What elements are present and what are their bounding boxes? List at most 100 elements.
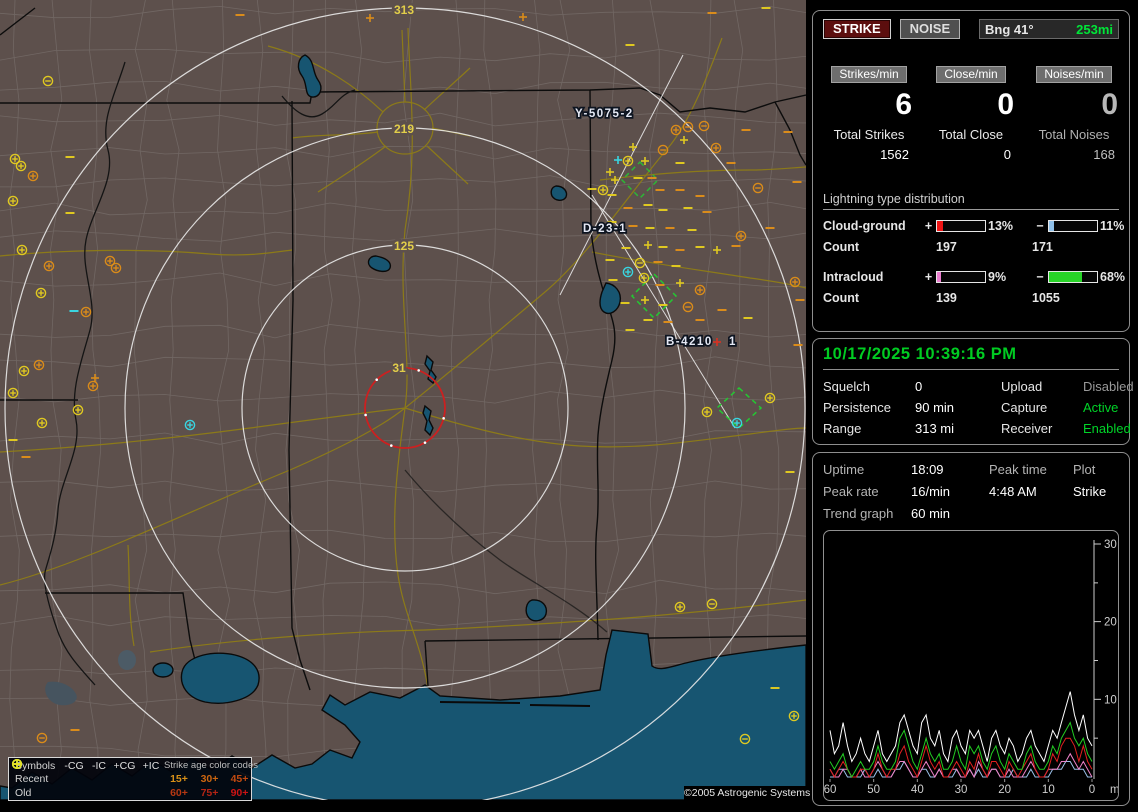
plus-sign: + [924,219,933,233]
datetime-display: 10/17/2025 10:39:16 PM [823,345,1119,370]
receiver-status: Enabled [1083,421,1131,436]
ring-label-31: 31 [392,361,406,375]
svg-text:10: 10 [1104,694,1117,706]
minus-sign: − [1036,219,1044,233]
noise-button[interactable]: NOISE [899,19,961,39]
legend-old-label: Old [15,786,32,799]
ic-pos-pct: 9% [988,270,1007,284]
age-45-label: 45+ [230,773,249,786]
squelch-value: 0 [915,379,923,394]
svg-text:50: 50 [867,784,880,796]
strikes-per-min-column: Strikes/min 6 Total Strikes 1562 [823,66,915,162]
plot-label: Plot [1073,462,1096,477]
bearing-label: Bng 41° [985,21,1034,37]
svg-text:20: 20 [998,784,1011,796]
noises-per-min-value: 0 [1101,88,1118,121]
noises-per-min-column: Noises/min 0 Total Noises 168 [1027,66,1121,162]
lightning-map[interactable]: 313 219 125 31 Y-5075-2 D-23-1 B-4210 1 Sym… [0,0,811,801]
cg-neg-count: 171 [1032,240,1053,254]
status-panel: 10/17/2025 10:39:16 PM Squelch 0 Upload … [812,338,1134,445]
uptime-label: Uptime [823,462,865,477]
plus-sign: + [924,270,933,284]
age-15-label: 15+ [170,773,188,786]
storm-cell-label: 1 [729,336,737,348]
intracloud-row: Intracloud + 9% − 68% [823,270,1125,284]
trend-graph-label: Trend graph [823,506,894,521]
trend-graph: 10 20 30 60 50 40 30 20 10 0 min [824,539,1118,796]
range-label: Range [823,421,862,436]
trend-series-total-strikes [829,691,1093,763]
cloud-ground-count-row: Count 197 171 [823,240,1119,254]
age-75-label: 75+ [200,786,219,799]
ic-neg-count: 1055 [1032,291,1060,305]
distribution-title: Lightning type distribution [823,192,1119,210]
cg-pos-pct: 13% [988,219,1014,233]
receiver-label: Receiver [1001,421,1053,436]
cg-neg-bar [1048,220,1098,232]
cg-count-label: Count [823,240,860,254]
age-90-label: 90+ [230,786,249,799]
close-per-min-chip: Close/min [936,66,1006,83]
strike-stats-panel: STRIKE NOISE Bng 41° 253mi Strikes/min 6… [812,10,1130,332]
svg-text:60: 60 [824,784,836,796]
peak-rate-value: 16/min [911,484,951,499]
trend-series-pos-cg [829,737,1093,779]
age-30-label: 30+ [200,773,219,786]
svg-text:40: 40 [911,784,924,796]
svg-text:30: 30 [955,784,968,796]
intracloud-label: Intracloud [823,270,884,284]
noises-per-min-chip: Noises/min [1036,66,1112,83]
legend-old-row: Old 60+ 75+ 90+ [11,758,248,800]
legend-col-ic-pos: +IC [142,759,160,772]
svg-text:20: 20 [1104,617,1117,629]
total-strikes-label: Total Strikes [833,127,905,142]
strike-button[interactable]: STRIKE [823,19,891,39]
cloud-ground-label: Cloud-ground [823,219,906,233]
squelch-label: Squelch [823,379,870,394]
upload-label: Upload [1001,379,1043,394]
svg-text:0: 0 [1089,784,1095,796]
ring-label-125: 125 [394,239,414,253]
range-value: 313 mi [915,421,955,436]
ic-neg-bar [1048,271,1098,283]
peak-rate-label: Peak rate [823,484,879,499]
total-close-value: 0 [1003,147,1011,162]
app-window: 313 219 125 31 Y-5075-2 D-23-1 B-4210 1 Sym… [0,0,1138,812]
upload-status: Disabled [1083,379,1134,394]
ring-label-313: 313 [394,3,414,17]
legend-col-cg-neg: -CG [64,759,84,772]
sidebar: STRIKE NOISE Bng 41° 253mi Strikes/min 6… [806,0,1138,812]
total-close-label: Total Close [938,127,1004,142]
legend-header-row: Symbols -CG -IC +CG +IC Strike age color… [15,759,258,773]
trend-graph-value: 60 min [911,506,951,521]
legend-age-header: Strike age color codes [164,760,258,772]
persistence-label: Persistence [823,400,891,415]
uptime-value: 18:09 [911,462,944,477]
ic-neg-pct: 68% [1100,270,1126,284]
strikes-per-min-value: 6 [895,88,912,121]
total-noises-value: 168 [1093,147,1115,162]
ic-pos-count: 139 [936,291,957,305]
cg-neg-pct: 11% [1100,219,1125,233]
svg-text:30: 30 [1104,539,1117,551]
storm-cell-label: D-23-1 [583,223,627,235]
map-canvas: 313 219 125 31 Y-5075-2 D-23-1 B-4210 1 [0,0,806,800]
ic-count-label: Count [823,291,860,305]
svg-text:10: 10 [1042,784,1055,796]
plot-value: Strike [1073,484,1107,499]
storm-cell-label: B-4210 [666,336,713,348]
total-noises-label: Total Noises [1038,127,1110,142]
close-per-min-value: 0 [997,88,1014,121]
peak-time-label: Peak time [989,462,1047,477]
legend-col-cg-pos: +CG [113,759,136,772]
intracloud-count-row: Count 139 1055 [823,291,1119,305]
age-60-label: 60+ [170,786,188,799]
trend-graph-frame: 10 20 30 60 50 40 30 20 10 0 min [823,530,1119,801]
session-panel: Uptime 18:09 Peak time Plot Peak rate 16… [812,452,1130,806]
cg-pos-count: 197 [936,240,957,254]
bearing-readout: Bng 41° 253mi [979,19,1119,39]
capture-label: Capture [1001,400,1048,415]
legend-col-ic-neg: -IC [92,759,106,772]
storm-cell-label: Y-5075-2 [575,108,634,120]
copyright-text: ©2005 Astrogenic Systems [684,786,811,801]
